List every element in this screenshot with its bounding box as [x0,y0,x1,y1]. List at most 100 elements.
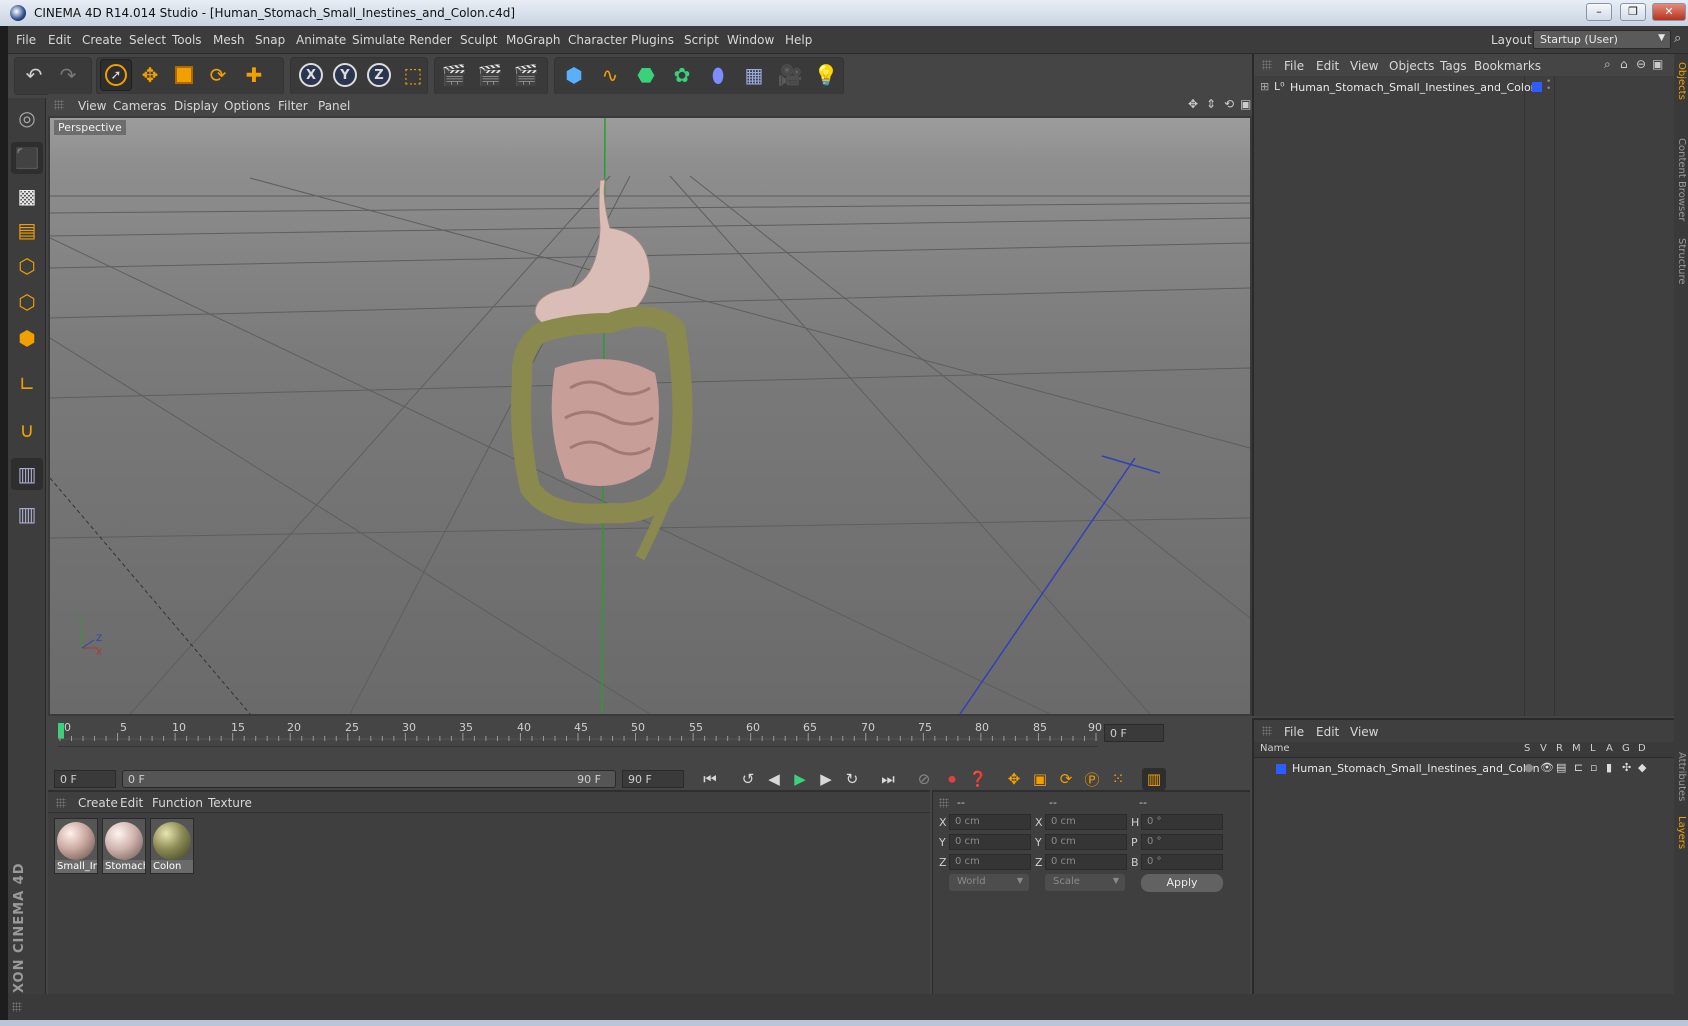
axis-mode-button[interactable]: ∟ [11,368,43,400]
column-animation[interactable]: A [1606,743,1613,754]
material-swatch-stomach[interactable]: Stomach [102,818,146,874]
z-axis-lock-button[interactable]: Z [363,59,395,91]
side-tab-objects[interactable]: Objects [1676,62,1687,100]
deformer-icon[interactable]: ◆ [1638,761,1646,774]
menu-mesh[interactable]: Mesh [213,33,245,47]
end-frame-field[interactable]: 90 F [622,770,684,788]
material-swatch-small-intestine[interactable]: Small_In [54,818,98,874]
viewport-zoom-icon[interactable]: ⇕ [1206,97,1216,111]
edges-mode-button[interactable]: ⬡ [11,286,43,318]
close-button[interactable]: ✕ [1652,3,1686,21]
layer-color-swatch[interactable] [1276,764,1286,774]
solo-dot-icon[interactable]: ● [1524,761,1534,774]
live-selection-button[interactable]: ➚ [100,59,132,91]
coordinate-space-dropdown[interactable]: World ▼ [949,874,1029,891]
column-deformers[interactable]: D [1638,743,1646,754]
minimize-button[interactable]: – [1586,3,1612,21]
viewport-rotate-icon[interactable]: ⟲ [1224,97,1234,111]
objects-menu-view[interactable]: View [1350,59,1378,73]
rotation-b-field[interactable]: 0 ° [1141,854,1223,870]
autokey-button[interactable]: ⏺ [940,768,964,790]
last-tool-button[interactable]: ✚ [238,59,270,91]
perspective-viewport[interactable]: Perspective Y X Z [48,116,1252,716]
workplane-mode-button[interactable]: ▤ [11,214,43,246]
expand-icon[interactable]: ⊞ [1260,80,1269,93]
menu-create[interactable]: Create [82,33,122,47]
render-picture-viewer-button[interactable]: 🎬 [474,59,506,91]
go-to-end-button[interactable]: ⏭ [876,768,900,790]
menu-mograph[interactable]: MoGraph [506,33,561,47]
timeline-window-button[interactable]: ▥ [1142,768,1166,790]
layers-menu-view[interactable]: View [1350,725,1378,739]
add-floor-button[interactable]: ▦ [738,59,770,91]
redo-button[interactable]: ↷ [52,59,84,91]
render-clapboard-icon[interactable]: ▤ [1556,761,1566,774]
menu-help[interactable]: Help [785,33,812,47]
frame-range-slider[interactable]: 0 F 90 F [122,770,616,788]
viewport-menu-view[interactable]: View [78,99,106,113]
next-key-button[interactable]: ↻ [840,768,864,790]
search-icon[interactable]: ⌕ [1604,57,1611,72]
key-pla-button[interactable]: ⁙ [1106,768,1130,790]
timeline-ruler[interactable]: 0 5 10 15 20 25 30 35 40 45 50 55 60 65 … [48,716,1250,764]
add-nurbs-button[interactable]: ⬣ [630,59,662,91]
menu-window[interactable]: Window [727,33,774,47]
layer-row[interactable]: Human_Stomach_Small_Inestines_and_Colon … [1254,760,1676,778]
size-y-field[interactable]: 0 cm [1045,834,1127,850]
layers-menu-edit[interactable]: Edit [1316,725,1339,739]
maximize-button[interactable]: ❐ [1620,3,1646,21]
menu-file[interactable]: File [16,33,36,47]
play-button[interactable]: ▶ [788,768,812,790]
previous-frame-button[interactable]: ◀ [762,768,786,790]
menu-animate[interactable]: Animate [296,33,346,47]
y-axis-lock-button[interactable]: Y [329,59,361,91]
side-tab-content-browser[interactable]: Content Browser [1676,138,1687,221]
scale-tool-button[interactable] [168,59,200,91]
objects-menu-edit[interactable]: Edit [1316,59,1339,73]
menu-render[interactable]: Render [409,33,452,47]
position-z-field[interactable]: 0 cm [949,854,1031,870]
keyframe-selection-button[interactable]: ❓ [966,768,990,790]
side-tab-structure[interactable]: Structure [1676,238,1687,285]
object-row-root[interactable]: ⊞ L⁰ Human_Stomach_Small_Inestines_and_C… [1254,78,1676,98]
viewport-menu-cameras[interactable]: Cameras [113,99,166,113]
column-solo[interactable]: S [1524,743,1530,754]
viewport-menu-display[interactable]: Display [174,99,218,113]
menu-tools[interactable]: Tools [172,33,202,47]
key-scale-button[interactable]: ▣ [1028,768,1052,790]
planar-workplane-button[interactable]: ▥ [11,498,43,530]
rotate-tool-button[interactable]: ⟳ [202,59,234,91]
add-deformer-button[interactable]: ⬮ [702,59,734,91]
layout-dropdown[interactable]: Startup (User) ▼ [1533,30,1671,49]
polygons-mode-button[interactable]: ⬢ [11,322,43,354]
position-x-field[interactable]: 0 cm [949,814,1031,830]
generator-icon[interactable]: ✣ [1622,761,1631,774]
objects-menu-file[interactable]: File [1284,59,1304,73]
search-icon[interactable]: ⌕ [1674,31,1681,46]
move-tool-button[interactable]: ✥ [134,59,166,91]
rotation-h-field[interactable]: 0 ° [1141,814,1223,830]
add-camera-button[interactable]: 🎥 [774,59,806,91]
menu-plugins[interactable]: Plugins [631,33,674,47]
add-cube-button[interactable]: ⬢ [558,59,590,91]
objects-menu-tags[interactable]: Tags [1440,59,1467,73]
material-swatch-colon[interactable]: Colon [150,818,194,874]
animation-film-icon[interactable]: ▮ [1606,761,1612,774]
record-keys-button[interactable]: ⊘ [912,768,936,790]
visibility-dots-icon[interactable]: • • [1546,78,1551,94]
material-menu-texture[interactable]: Texture [208,796,252,810]
add-array-button[interactable]: ✿ [666,59,698,91]
texture-mode-button[interactable]: ▩ [11,180,43,212]
eye-icon[interactable]: 👁 [1540,761,1554,774]
rotation-p-field[interactable]: 0 ° [1141,834,1223,850]
make-editable-button[interactable]: ◎ [11,102,43,134]
points-mode-button[interactable]: ⬡ [11,250,43,282]
side-tab-attributes[interactable]: Attributes [1676,752,1687,801]
viewport-menu-panel[interactable]: Panel [318,99,350,113]
column-locked[interactable]: L [1590,743,1596,754]
menu-sculpt[interactable]: Sculpt [460,33,497,47]
size-z-field[interactable]: 0 cm [1045,854,1127,870]
go-to-start-button[interactable]: ⏮ [698,768,722,790]
x-axis-lock-button[interactable]: X [295,59,327,91]
render-settings-button[interactable]: 🎬 [510,59,542,91]
